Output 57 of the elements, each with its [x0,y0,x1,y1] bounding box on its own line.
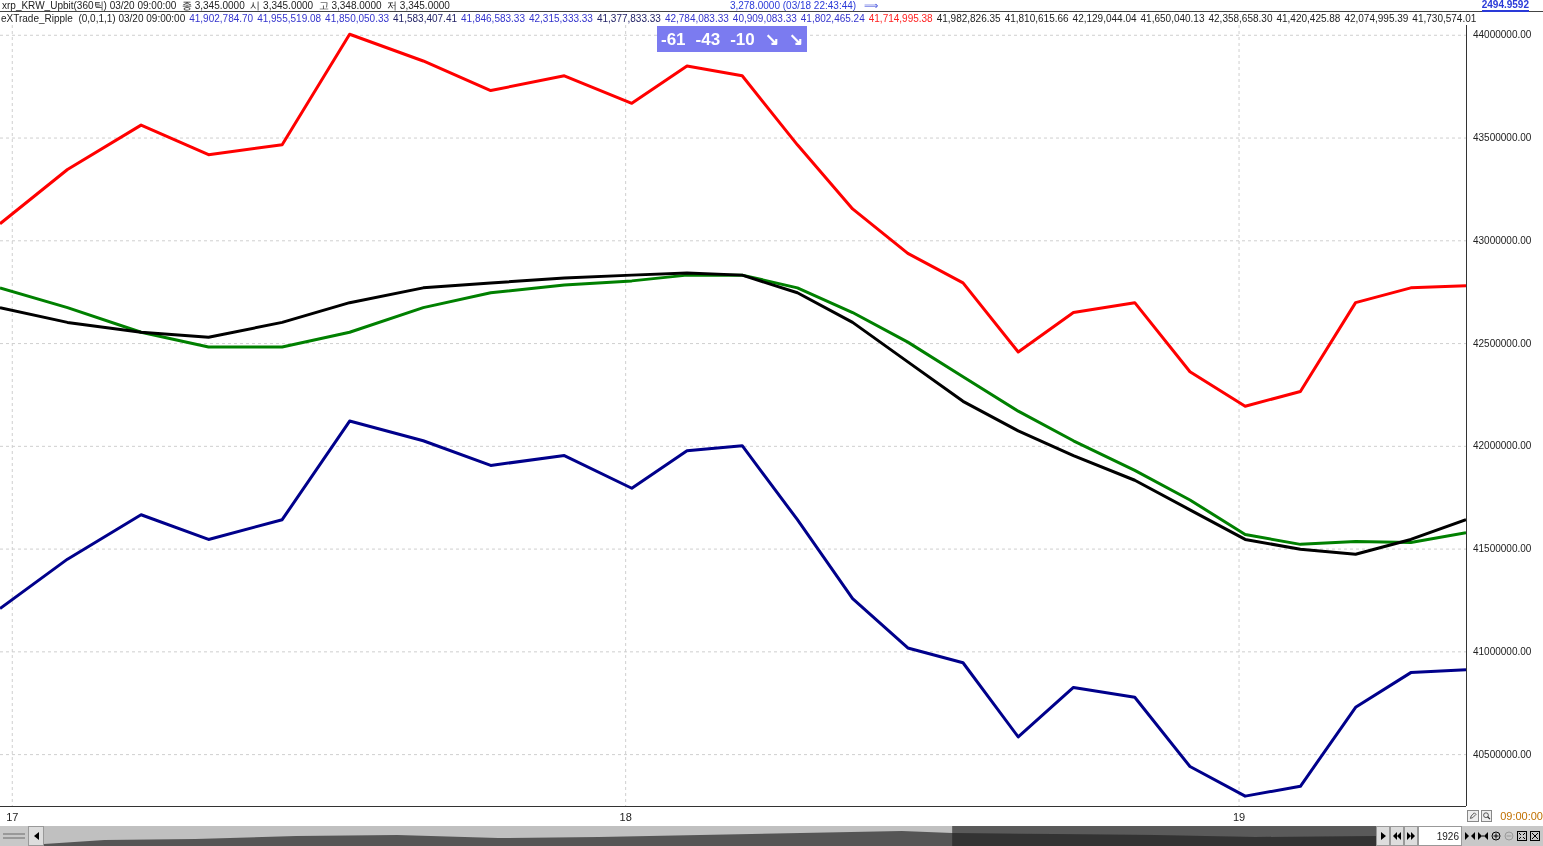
signal-value: ↘ [764,30,779,48]
expand-icon[interactable] [1478,831,1488,841]
close-icon[interactable] [1530,831,1540,841]
axis-label: 17 [6,812,19,823]
axis-label: 41500000.00 [1473,544,1532,555]
indicator-value: 42,784,083.33 [664,12,729,26]
indicator-value: 41,810,615.66 [1004,12,1069,26]
indicator-value: 41,955,519.08 [257,12,322,26]
indicator-value: 42,315,333.33 [528,12,593,26]
axis-label: 41000000.00 [1473,646,1532,657]
double-caret-icon [1407,832,1415,840]
fast-forward-button[interactable] [1404,826,1418,846]
signal-value: ↘ [788,30,803,48]
indicator-label: eXTrade_Ripple (0,0,1,1) 03/20 09:00:00 [1,12,186,26]
indicator-value: 41,982,826.35 [936,12,1001,26]
axis-label: 44000000.00 [1473,30,1532,41]
axis-label: 43500000.00 [1473,133,1532,144]
indicator-value: 41,377,833.33 [596,12,661,26]
indicator-value: 41,846,583.33 [461,12,525,26]
search-icon[interactable] [1480,810,1493,822]
scroll-right-button[interactable] [1376,826,1390,846]
axis-label: 42500000.00 [1473,338,1532,349]
caret-icon [33,832,39,840]
axis-label: 42000000.00 [1473,441,1532,452]
indicator-value: 42,129,044.04 [1072,12,1137,26]
indicator-value: 41,420,425.88 [1276,12,1341,26]
marker-note: 3,278.0000 (03/18 22:43:44) [729,0,857,11]
symbol-info: xrp_KRW_Upbit(360틱) 03/20 09:00:00 종 3,345.0000 시 3,345.0000 고 3,348.0000 저 3,345.0000 [1,0,450,11]
axis-top-value: 2494.9592 [1481,0,1529,12]
axis-label: 19 [1232,812,1246,823]
signal-value: -43 [695,30,721,48]
axis-label: 40500000.00 [1473,749,1532,760]
fit-icon[interactable] [1517,831,1527,841]
indicator-value: 41,583,407.41 [393,12,457,26]
caret-icon [1380,832,1386,840]
axis-label: 18 [619,812,632,823]
marker-arrow: ⟹ [864,0,879,11]
indicator-value: 41,850,050.33 [325,12,390,26]
indicator-value: 42,074,995.39 [1344,12,1409,26]
signal-value: -10 [730,30,755,48]
axis-label: 43000000.00 [1473,235,1532,246]
pencil-icon[interactable] [1467,810,1479,822]
rewind-button[interactable] [1390,826,1404,846]
indicator-value: 41,902,784.70 [189,12,254,26]
indicator-value: 41,714,995.38 [868,12,933,26]
time-label: 09:00:00 [1500,808,1543,824]
indicator-value: 42,358,658.30 [1208,12,1273,26]
zoom-in-icon[interactable] [1491,831,1501,841]
shrink-icon[interactable] [1465,831,1475,841]
indicator-value: 41,650,040.13 [1140,12,1205,26]
indicator-value: 41,802,465.24 [800,12,865,26]
indicator-value: 40,909,083.33 [732,12,797,26]
indicator-value: 41,730,574.01 [1412,12,1477,26]
position-field[interactable]: 1926 [1418,826,1462,846]
signal-value: -61 [661,30,686,48]
double-caret-icon [1393,832,1401,840]
scroll-left-button[interactable] [28,826,44,846]
